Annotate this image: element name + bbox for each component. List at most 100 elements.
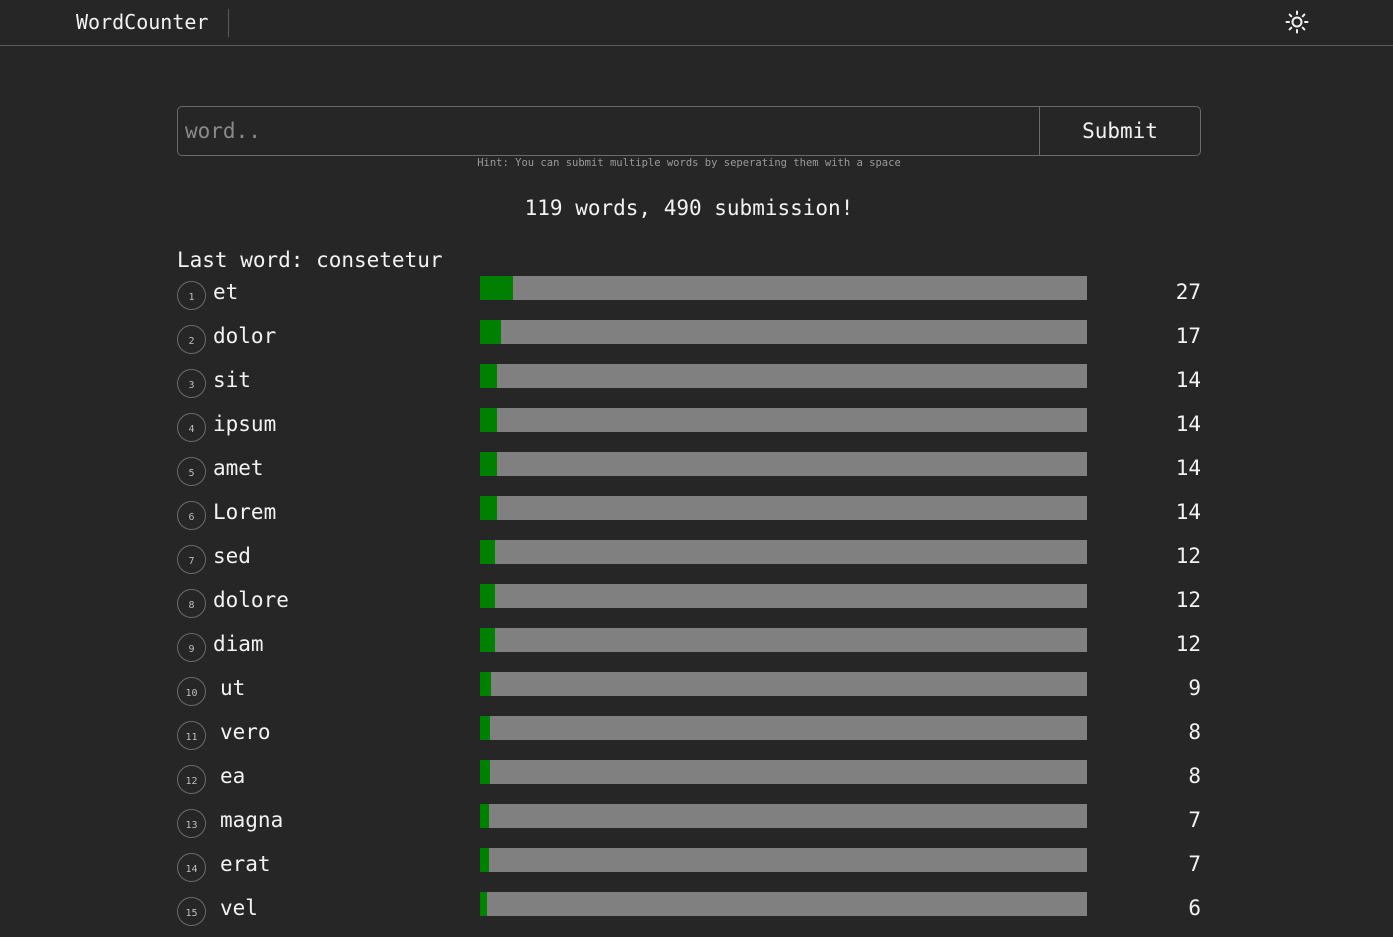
frequency-bar <box>480 892 1087 916</box>
rank-badge: 3 <box>177 369 206 398</box>
frequency-bar <box>480 804 1087 828</box>
frequency-bar <box>480 848 1087 872</box>
frequency-bar-fill <box>480 892 488 916</box>
word-label: Lorem <box>213 500 277 524</box>
word-label: et <box>213 280 239 304</box>
rank-badge: 15 <box>177 897 206 926</box>
list-item: 3 sit 14 <box>177 364 1201 408</box>
word-count: 17 <box>1175 324 1201 348</box>
rank-badge: 10 <box>177 677 206 706</box>
frequency-bar-fill <box>480 276 514 300</box>
submit-button[interactable]: Submit <box>1039 107 1200 155</box>
theme-toggle-button[interactable] <box>1284 9 1310 35</box>
list-item: 9 diam 12 <box>177 628 1201 672</box>
word-label: ut <box>220 676 246 700</box>
frequency-bar <box>480 320 1087 344</box>
list-item: 10 ut 9 <box>177 672 1201 716</box>
rank-badge: 9 <box>177 633 206 662</box>
frequency-bar <box>480 540 1087 564</box>
list-item: 2 dolor 17 <box>177 320 1201 364</box>
rank-badge: 4 <box>177 413 206 442</box>
navbar: WordCounter <box>0 0 1393 46</box>
last-word: Last word: consetetur <box>177 248 443 272</box>
rank-badge: 2 <box>177 325 206 354</box>
frequency-bar <box>480 628 1087 652</box>
word-frequency-list: 1 et 27 2 dolor 17 3 sit 14 4 ipsum 14 5 amet 14 6 Lorem… <box>177 276 1201 936</box>
rank-badge: 8 <box>177 589 206 618</box>
frequency-bar <box>480 672 1087 696</box>
frequency-bar-fill <box>480 716 490 740</box>
word-count: 7 <box>1188 808 1201 832</box>
frequency-bar <box>480 716 1087 740</box>
word-label: magna <box>220 808 284 832</box>
frequency-bar-fill <box>480 848 489 872</box>
list-item: 13 magna 7 <box>177 804 1201 848</box>
frequency-bar <box>480 408 1087 432</box>
word-label: ea <box>220 764 246 788</box>
word-count: 8 <box>1188 720 1201 744</box>
frequency-bar-fill <box>480 628 495 652</box>
frequency-bar-fill <box>480 496 498 520</box>
word-count: 14 <box>1175 368 1201 392</box>
rank-badge: 7 <box>177 545 206 574</box>
word-label: ipsum <box>213 412 277 436</box>
word-count: 14 <box>1175 412 1201 436</box>
rank-badge: 6 <box>177 501 206 530</box>
word-label: erat <box>220 852 271 876</box>
list-item: 4 ipsum 14 <box>177 408 1201 452</box>
list-item: 8 dolore 12 <box>177 584 1201 628</box>
list-item: 1 et 27 <box>177 276 1201 320</box>
word-count: 9 <box>1188 676 1201 700</box>
word-label: sit <box>213 368 251 392</box>
word-count: 7 <box>1188 852 1201 876</box>
frequency-bar <box>480 496 1087 520</box>
word-label: vel <box>220 896 258 920</box>
word-count: 8 <box>1188 764 1201 788</box>
frequency-bar-fill <box>480 540 495 564</box>
sun-icon <box>1285 10 1309 34</box>
list-item: 5 amet 14 <box>177 452 1201 496</box>
frequency-bar-fill <box>480 408 498 432</box>
brand-logo[interactable]: WordCounter <box>76 9 230 37</box>
word-label: dolore <box>213 588 289 612</box>
list-item: 6 Lorem 14 <box>177 496 1201 540</box>
word-count: 14 <box>1175 456 1201 480</box>
word-count: 27 <box>1175 280 1201 304</box>
word-count: 12 <box>1175 632 1201 656</box>
rank-badge: 11 <box>177 721 206 750</box>
frequency-bar-fill <box>480 760 490 784</box>
rank-badge: 12 <box>177 765 206 794</box>
frequency-bar-fill <box>480 584 495 608</box>
frequency-bar <box>480 452 1087 476</box>
rank-badge: 14 <box>177 853 206 882</box>
word-label: sed <box>213 544 251 568</box>
stats-summary: 119 words, 490 submission! <box>524 196 854 220</box>
rank-badge: 1 <box>177 281 206 310</box>
word-label: dolor <box>213 324 277 348</box>
word-count: 12 <box>1175 544 1201 568</box>
list-item: 11 vero 8 <box>177 716 1201 760</box>
word-label: vero <box>220 720 271 744</box>
word-count: 14 <box>1175 500 1201 524</box>
word-form: Submit <box>177 106 1201 156</box>
word-label: amet <box>213 456 264 480</box>
word-label: diam <box>213 632 264 656</box>
list-item: 7 sed 12 <box>177 540 1201 584</box>
frequency-bar-fill <box>480 364 498 388</box>
frequency-bar <box>480 364 1087 388</box>
rank-badge: 5 <box>177 457 206 486</box>
frequency-bar-fill <box>480 804 489 828</box>
word-input[interactable] <box>178 107 1039 155</box>
frequency-bar-fill <box>480 452 498 476</box>
frequency-bar <box>480 276 1087 300</box>
list-item: 12 ea 8 <box>177 760 1201 804</box>
frequency-bar-fill <box>480 672 492 696</box>
word-count: 12 <box>1175 588 1201 612</box>
list-item: 14 erat 7 <box>177 848 1201 892</box>
frequency-bar <box>480 760 1087 784</box>
input-hint: Hint: You can submit multiple words by s… <box>477 157 901 169</box>
rank-badge: 13 <box>177 809 206 838</box>
word-count: 6 <box>1188 896 1201 920</box>
list-item: 15 vel 6 <box>177 892 1201 936</box>
frequency-bar <box>480 584 1087 608</box>
